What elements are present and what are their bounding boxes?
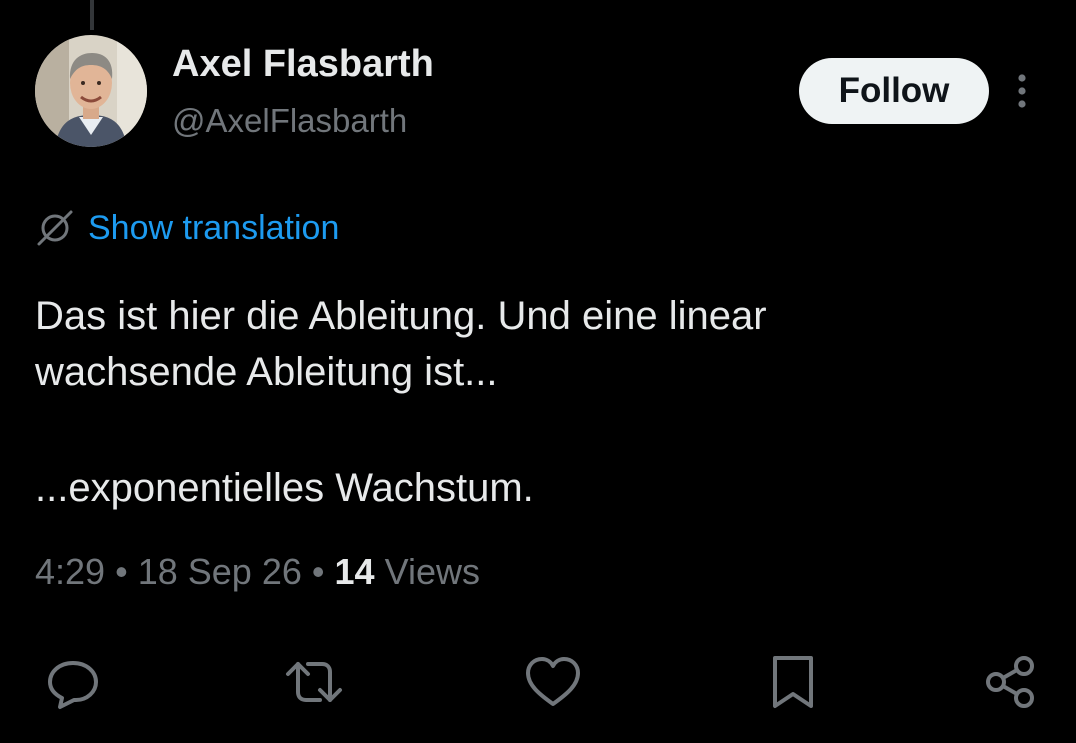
meta-separator: • (115, 551, 128, 592)
tweet-text: Das ist hier die Ableitung. Und eine lin… (35, 288, 1035, 516)
follow-button[interactable]: Follow (799, 58, 989, 124)
more-options-button[interactable] (1008, 70, 1036, 112)
author-name[interactable]: Axel Flasbarth (172, 40, 434, 88)
globe-slash-icon (35, 208, 75, 248)
tweet-text-line: ...exponentielles Wachstum. (35, 466, 534, 510)
heart-icon (526, 657, 580, 706)
bookmark-icon (773, 656, 813, 708)
reply-button[interactable] (41, 650, 105, 714)
reply-icon (48, 661, 98, 709)
show-translation-label: Show translation (88, 208, 340, 247)
share-icon (986, 656, 1034, 708)
tweet-text-line: Das ist hier die Ableitung. Und eine lin… (35, 294, 767, 338)
views-label: Views (384, 551, 480, 592)
avatar-photo (35, 35, 147, 147)
thread-connector-line (90, 0, 94, 30)
tweet-date[interactable]: 18 Sep 26 (138, 551, 302, 592)
tweet-meta: 4:29 • 18 Sep 26 • 14 Views (35, 549, 480, 595)
share-button[interactable] (978, 650, 1042, 714)
avatar[interactable] (35, 35, 147, 147)
retweet-icon (286, 662, 342, 702)
like-button[interactable] (521, 650, 585, 714)
bookmark-button[interactable] (761, 650, 825, 714)
retweet-button[interactable] (282, 650, 346, 714)
more-vertical-icon (1018, 74, 1026, 108)
author-handle[interactable]: @AxelFlasbarth (172, 99, 407, 143)
tweet-time[interactable]: 4:29 (35, 551, 105, 592)
meta-separator: • (311, 551, 325, 592)
show-translation-link[interactable]: Show translation (35, 205, 339, 251)
views-count: 14 (334, 551, 375, 592)
tweet-text-line: wachsende Ableitung ist... (35, 350, 498, 394)
